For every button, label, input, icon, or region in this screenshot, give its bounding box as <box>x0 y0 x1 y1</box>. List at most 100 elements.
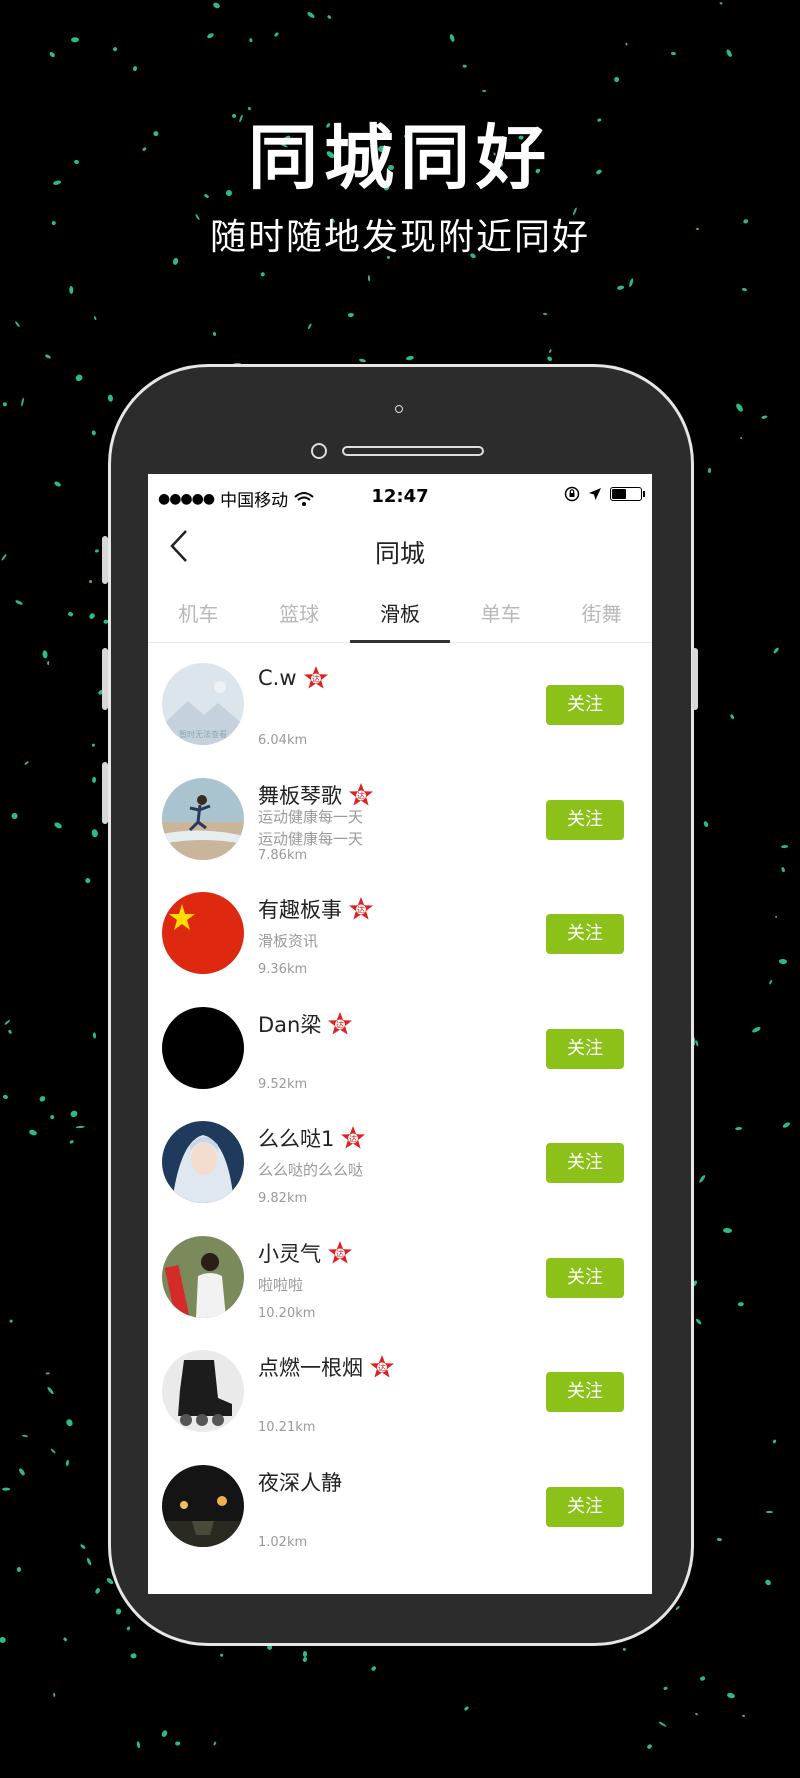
avatar[interactable] <box>162 1006 244 1089</box>
background-speckle <box>741 1714 746 1718</box>
background-speckle <box>69 1109 79 1119</box>
avatar[interactable] <box>162 777 244 860</box>
background-speckle <box>18 1467 27 1476</box>
tab-1[interactable]: 篮球 <box>249 578 350 642</box>
background-speckle <box>68 286 74 295</box>
background-speckle <box>695 1040 699 1047</box>
phone-mute-switch <box>102 536 108 584</box>
background-speckle <box>699 1675 706 1681</box>
background-speckle <box>448 33 455 43</box>
user-distance: 6.04km <box>258 733 308 748</box>
background-speckle <box>1 553 8 562</box>
user-name: 么么哒1 <box>258 1127 335 1151</box>
tab-2[interactable]: 滑板 <box>349 578 451 643</box>
tab-3[interactable]: 单车 <box>450 578 551 642</box>
background-speckle <box>91 743 96 747</box>
background-speckle <box>405 354 415 361</box>
avatar[interactable] <box>162 1235 244 1318</box>
background-speckle <box>42 650 48 660</box>
svg-text:达: 达 <box>378 1363 386 1373</box>
background-speckle <box>613 75 621 83</box>
list-item[interactable]: Dan梁 达 9.52km 关注 <box>148 987 652 1102</box>
svg-text:达: 达 <box>336 1019 344 1029</box>
background-speckle <box>94 1587 101 1595</box>
background-speckle <box>628 278 635 288</box>
list-item[interactable]: 暂时无法查看 C.w 达 6.04km 关注 <box>148 643 652 758</box>
user-bio: 运动健康每一天 运动健康每一天 <box>258 806 363 850</box>
background-speckle <box>542 312 548 316</box>
list-item[interactable]: 么么哒1 达么么哒的么么哒 9.82km 关注 <box>148 1101 652 1216</box>
background-speckle <box>14 320 21 328</box>
svg-text:达: 达 <box>357 790 365 800</box>
background-speckle <box>773 647 780 655</box>
phone-volume-down <box>102 762 108 824</box>
list-item[interactable]: 有趣板事 达滑板资讯 9.36km 关注 <box>148 872 652 987</box>
phone-front-camera <box>311 443 327 459</box>
background-speckle <box>2 1094 9 1101</box>
background-speckle <box>23 760 29 766</box>
list-item[interactable]: 夜深人静 1.02km 关注 <box>148 1445 652 1560</box>
background-speckle <box>780 844 789 849</box>
avatar[interactable]: 暂时无法查看 <box>162 663 244 745</box>
user-distance: 9.52km <box>258 1076 308 1092</box>
background-speckle <box>211 1 221 10</box>
background-speckle <box>741 287 748 292</box>
follow-button[interactable]: 关注 <box>546 685 624 725</box>
tab-0[interactable]: 机车 <box>148 578 249 642</box>
phone-power-button <box>692 648 698 710</box>
background-speckle <box>675 1605 681 1612</box>
background-speckle <box>702 820 709 828</box>
background-speckle <box>771 1438 777 1445</box>
avatar[interactable] <box>162 892 244 974</box>
background-speckle <box>212 332 217 337</box>
background-speckle <box>90 828 98 837</box>
follow-button[interactable]: 关注 <box>546 799 624 840</box>
follow-button[interactable]: 关注 <box>546 1257 624 1298</box>
background-speckle <box>358 358 367 364</box>
background-speckle <box>768 979 774 986</box>
list-item[interactable]: 小灵气 达啦啦啦 10.20km 关注 <box>148 1216 652 1331</box>
verified-star-badge-icon: 达 <box>327 1240 353 1266</box>
orientation-lock-icon <box>564 486 580 502</box>
background-speckle <box>763 1578 772 1587</box>
verified-star-badge-icon: 达 <box>369 1354 395 1380</box>
background-speckle <box>662 1686 668 1691</box>
background-speckle <box>482 89 487 92</box>
avatar[interactable] <box>162 1350 244 1432</box>
list-item[interactable]: 点燃一根烟 达 10.21km 关注 <box>148 1330 652 1445</box>
background-speckle <box>20 397 25 407</box>
background-speckle <box>625 42 628 46</box>
user-distance: 7.86km <box>258 847 308 863</box>
background-speckle <box>75 373 85 383</box>
background-speckle <box>65 1418 75 1428</box>
user-distance: 10.20km <box>258 1305 316 1321</box>
background-speckle <box>64 1459 70 1467</box>
background-speckle <box>751 1026 762 1034</box>
follow-button[interactable]: 关注 <box>546 1028 624 1069</box>
tab-4[interactable]: 街舞 <box>551 578 652 642</box>
user-distance: 1.02km <box>258 1534 308 1550</box>
user-bio-line: 运动健康每一天 <box>258 807 364 826</box>
background-speckle <box>781 1121 791 1129</box>
background-speckle <box>125 1625 131 1632</box>
background-speckle <box>88 579 93 584</box>
background-speckle <box>38 1095 46 1104</box>
background-speckle <box>739 436 743 440</box>
category-tabs: 机车 篮球 滑板 单车 街舞 <box>148 578 652 643</box>
follow-button[interactable]: 关注 <box>546 1372 624 1412</box>
follow-button[interactable]: 关注 <box>546 1486 624 1527</box>
svg-text:达: 达 <box>336 1248 344 1258</box>
follow-button[interactable]: 关注 <box>546 914 624 954</box>
avatar[interactable] <box>162 1121 244 1203</box>
list-item[interactable]: 舞板琴歌达运动健康每一天 运动健康每一天 7.86km 关注 <box>148 758 652 873</box>
follow-button[interactable]: 关注 <box>546 1143 624 1183</box>
battery-level <box>612 489 626 499</box>
avatar[interactable] <box>162 1464 244 1547</box>
background-speckle <box>307 323 313 330</box>
background-speckle <box>45 1372 50 1375</box>
svg-text:达: 达 <box>357 905 365 915</box>
verified-star-badge-icon: 达 <box>348 896 374 922</box>
status-bar: ●●●●● 中国移动 12:47 <box>148 474 652 520</box>
nav-bar: 同城 <box>148 520 652 578</box>
background-speckle <box>48 1114 55 1120</box>
